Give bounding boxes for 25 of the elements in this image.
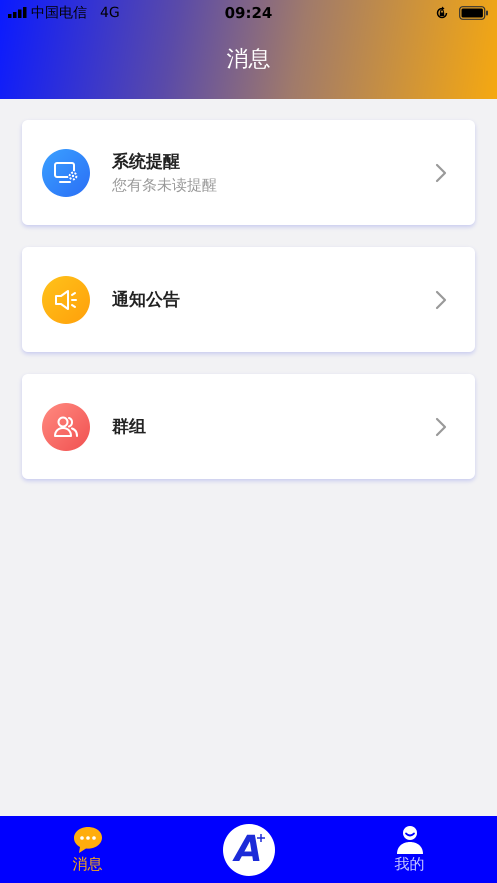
monitor-gear-icon bbox=[42, 148, 90, 196]
card-title: 通知公告 bbox=[112, 289, 181, 311]
time-text: 09:24 bbox=[224, 4, 272, 22]
rotation-lock-icon bbox=[435, 6, 449, 20]
speaker-icon bbox=[42, 276, 90, 324]
user-icon bbox=[394, 825, 424, 855]
message-category-card[interactable]: 通知公告 bbox=[22, 247, 475, 352]
carrier-text: 中国电信 bbox=[31, 4, 87, 22]
chevron-right-icon bbox=[435, 290, 447, 310]
chevron-right-icon bbox=[435, 416, 447, 436]
card-title: 系统提醒 bbox=[112, 151, 181, 173]
people-icon bbox=[42, 402, 90, 450]
message-category-card[interactable]: 系统提醒 您有条未读提醒 bbox=[22, 120, 475, 225]
card-title: 群组 bbox=[112, 416, 147, 438]
page-title: 消息 bbox=[226, 46, 270, 74]
card-subtitle: 您有条未读提醒 bbox=[112, 176, 218, 195]
network-text: 4G bbox=[100, 4, 120, 20]
messages-tab[interactable]: 消息 bbox=[48, 825, 128, 874]
chat-bubble-icon bbox=[72, 825, 104, 855]
battery-icon bbox=[459, 6, 489, 20]
message-category-card[interactable]: 群组 bbox=[22, 374, 475, 479]
center-logo-button[interactable]: A bbox=[222, 824, 274, 876]
chevron-right-icon bbox=[435, 162, 447, 182]
profile-tab[interactable]: 我的 bbox=[370, 825, 450, 874]
signal-icon bbox=[8, 7, 28, 18]
